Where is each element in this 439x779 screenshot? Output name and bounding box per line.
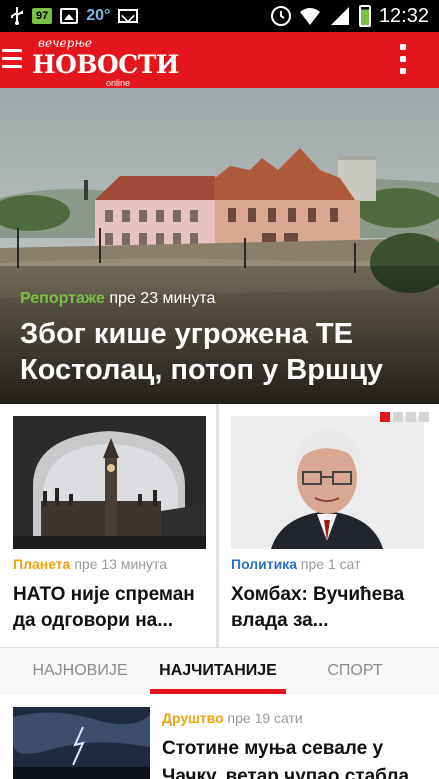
tab-sport[interactable]: СПОРТ xyxy=(300,648,410,695)
mail-icon xyxy=(118,9,139,23)
card-meta: Планета пре 13 минута xyxy=(13,556,167,572)
temperature-label: 20° xyxy=(86,7,111,24)
logo-top-text: вечерње xyxy=(38,36,92,50)
active-tab-indicator xyxy=(150,689,286,694)
pager-dot[interactable] xyxy=(406,412,416,422)
article-card-image xyxy=(13,416,206,549)
status-bar: 97 20° 12:32 xyxy=(0,0,439,32)
logo-main-text: НОВОСТИ xyxy=(32,50,179,79)
list-item-headline[interactable]: Стотине муња севале у Чачку, ветар чупао… xyxy=(162,735,432,779)
featured-article[interactable]: Репортаже пре 23 минута Због кише угроже… xyxy=(0,88,439,404)
overflow-menu-icon[interactable] xyxy=(399,44,407,76)
article-card-image xyxy=(231,416,424,549)
article-list: Друштво пре 19 сати Стотине муња севале … xyxy=(0,695,439,779)
article-card[interactable]: Политика пре 1 сат Хомбах: Вучићева влад… xyxy=(219,404,439,647)
section-tabs: НАЈНОВИЈЕ НАЈЧИТАНИЈЕ СПОРТ xyxy=(0,647,439,695)
list-item-meta: Друштво пре 19 сати xyxy=(162,710,303,726)
usb-icon xyxy=(10,7,24,25)
card-category[interactable]: Планета xyxy=(13,556,70,572)
hero-time: пре 23 минута xyxy=(109,290,216,307)
tab-newest[interactable]: НАЈНОВИЈЕ xyxy=(22,648,138,695)
logo-sub-text: online xyxy=(106,78,131,88)
alarm-icon xyxy=(270,6,291,26)
hero-category[interactable]: Репортаже xyxy=(20,290,105,307)
picture-icon xyxy=(60,8,79,24)
battery-icon xyxy=(358,5,371,27)
menu-icon[interactable] xyxy=(2,49,24,69)
card-time: пре 13 минута xyxy=(74,556,168,572)
card-category[interactable]: Политика xyxy=(231,556,297,572)
slide-pager[interactable] xyxy=(380,412,429,422)
list-item-image[interactable] xyxy=(13,707,150,779)
signal-icon xyxy=(329,6,351,26)
article-card[interactable]: Планета пре 13 минута НАТО није спреман … xyxy=(0,404,216,647)
clock: 12:32 xyxy=(378,4,429,27)
list-item-time: пре 19 сати xyxy=(227,710,303,726)
list-item-category[interactable]: Друштво xyxy=(162,710,224,726)
card-headline[interactable]: Хомбах: Вучићева влада за... xyxy=(231,582,427,634)
card-time: пре 1 сат xyxy=(300,556,361,572)
card-meta: Политика пре 1 сат xyxy=(231,556,361,572)
hero-headline[interactable]: Због кише угрожена ТЕ Костолац, потоп у … xyxy=(20,316,420,388)
app-bar: вечерње НОВОСТИ online xyxy=(0,32,439,88)
pager-dot[interactable] xyxy=(393,412,403,422)
pager-dot-active[interactable] xyxy=(380,412,390,422)
card-headline[interactable]: НАТО није спреман да одговори на... xyxy=(13,582,209,634)
battery-level-badge: 97 xyxy=(32,8,53,24)
hero-meta: Репортаже пре 23 минута xyxy=(20,290,215,308)
pager-dot[interactable] xyxy=(419,412,429,422)
article-cards: Планета пре 13 минута НАТО није спреман … xyxy=(0,404,439,647)
app-screen: 97 20° 12:32 вечерње НОВОСТИ online Репо… xyxy=(0,0,439,779)
tab-most-read[interactable]: НАЈЧИТАНИЈЕ xyxy=(150,648,286,695)
wifi-icon xyxy=(299,6,321,26)
